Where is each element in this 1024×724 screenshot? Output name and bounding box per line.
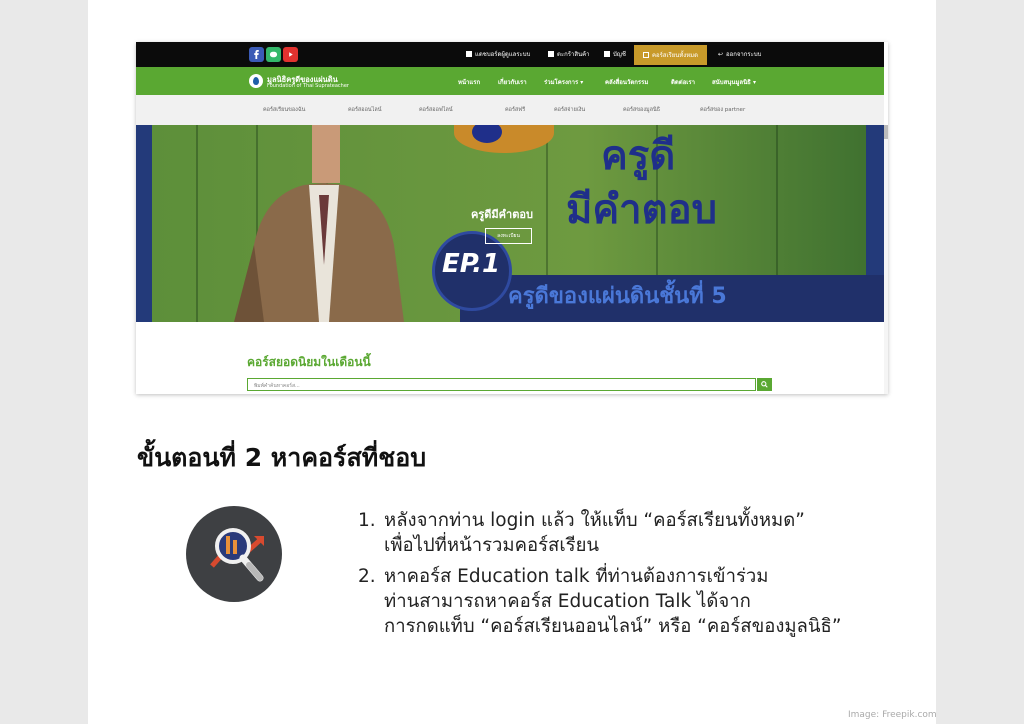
subnav-my-courses[interactable]: คอร์สเรียนของฉัน	[263, 106, 305, 114]
subnav-partner-courses[interactable]: คอร์สของ partner	[700, 106, 745, 114]
episode-label: EP.1	[442, 249, 501, 279]
course-search-input[interactable]: พิมพ์คำค้นหาคอร์ส...	[247, 378, 772, 391]
logout-icon: ↩	[718, 50, 724, 58]
nav-contact[interactable]: ติดต่อเรา	[671, 77, 695, 87]
nav-support-label: สนับสนุนมูลนิธิ	[712, 79, 751, 86]
account-link[interactable]: บัญชี	[604, 49, 626, 59]
admin-dashboard-link[interactable]: แดชบอร์ดผู้ดูแลระบบ	[466, 49, 530, 59]
nav-join-project-label: ร่วมโครงการ	[544, 79, 579, 86]
chevron-down-icon: ▾	[580, 79, 584, 86]
search-button[interactable]	[757, 378, 772, 391]
step-text-line: เพื่อไปที่หน้ารวมคอร์สเรียน	[384, 535, 600, 556]
flag-icon	[466, 51, 472, 57]
chevron-down-icon: ▾	[752, 79, 756, 86]
subnav-paid-courses[interactable]: คอร์สจ่ายเงิน	[554, 106, 585, 114]
nav-join-project[interactable]: ร่วมโครงการ ▾	[544, 77, 583, 87]
step-text-line: หลังจากท่าน login แล้ว ให้แท็บ “คอร์สเรี…	[384, 510, 805, 531]
page-scrollbar[interactable]	[884, 125, 888, 394]
admin-dashboard-label: แดชบอร์ดผู้ดูแลระบบ	[475, 51, 531, 58]
foundation-logo-icon[interactable]	[249, 74, 263, 88]
facebook-icon[interactable]	[249, 47, 264, 62]
logo-english-name[interactable]: Foundation of Thai Suprateacher	[267, 83, 349, 89]
youtube-icon[interactable]	[283, 47, 298, 62]
nav-about[interactable]: เกี่ยวกับเรา	[498, 77, 527, 87]
popular-courses-title: คอร์สยอดนิยมในเดือนนี้	[247, 355, 371, 369]
step-number: 1.	[358, 510, 376, 531]
hero-overlay-title: ครูดีมีคำตอบ	[471, 208, 533, 221]
hero-banner[interactable]: ครูดี มีคำตอบ ครูดีของแผ่นดินชั้นที่ 5 E…	[136, 125, 884, 322]
all-courses-button[interactable]: คอร์สเรียนทั้งหมด	[634, 45, 707, 65]
course-subnav: คอร์สเรียนของฉัน คอร์สออนไลน์ คอร์สออฟไล…	[136, 95, 884, 125]
hero-title-line2: มีคำตอบ	[566, 187, 717, 233]
account-label: บัญชี	[613, 51, 626, 58]
nav-support[interactable]: สนับสนุนมูลนิธิ ▾	[712, 77, 756, 87]
magnifier-chart-icon	[210, 528, 264, 582]
cart-icon	[548, 51, 554, 57]
search-course-illustration	[186, 506, 282, 602]
search-placeholder: พิมพ์คำค้นหาคอร์ส...	[254, 383, 300, 389]
hero-band-text: ครูดีของแผ่นดินชั้นที่ 5	[508, 284, 727, 309]
hero-register-button[interactable]: ลงทะเบียน	[485, 228, 532, 244]
fish-graphic	[454, 125, 554, 153]
nav-home[interactable]: หน้าแรก	[458, 77, 480, 87]
image-credit: Image: Freepik.com	[848, 710, 937, 720]
step-text-line: ท่านสามารถหาคอร์ส Education Talk ได้จาก	[384, 591, 751, 612]
subnav-online-courses[interactable]: คอร์สออนไลน์	[348, 106, 382, 114]
subnav-foundation-courses[interactable]: คอร์สของมูลนิธิ	[623, 106, 660, 114]
all-courses-label: คอร์สเรียนทั้งหมด	[651, 52, 699, 59]
subnav-offline-courses[interactable]: คอร์สออฟไลน์	[419, 106, 453, 114]
nav-media-library[interactable]: คลังสื่อนวัตกรรม	[605, 77, 648, 87]
user-icon	[604, 51, 610, 57]
cart-label: ตะกร้าสินค้า	[557, 51, 590, 58]
line-icon[interactable]	[266, 47, 281, 62]
website-screenshot: แดชบอร์ดผู้ดูแลระบบ ตะกร้าสินค้า บัญชี ค…	[136, 42, 888, 394]
main-header: มูลนิธิครูดีของแผ่นดิน Foundation of Tha…	[136, 67, 884, 95]
cart-link[interactable]: ตะกร้าสินค้า	[548, 49, 590, 59]
step-text-line: การกดแท็บ “คอร์สเรียนออนไลน์” หรือ “คอร์…	[384, 616, 842, 637]
logout-link[interactable]: ↩ ออกจากระบบ	[718, 49, 761, 59]
hero-stripe	[196, 125, 198, 322]
step-number: 2.	[358, 566, 376, 587]
subnav-free-courses[interactable]: คอร์สฟรี	[505, 106, 525, 114]
speaker-photo	[234, 125, 404, 322]
top-bar: แดชบอร์ดผู้ดูแลระบบ ตะกร้าสินค้า บัญชี ค…	[136, 42, 884, 67]
scrollbar-thumb[interactable]	[884, 125, 888, 139]
calendar-icon	[642, 52, 649, 58]
step-text-line: หาคอร์ส Education talk ที่ท่านต้องการเข้…	[384, 566, 769, 587]
search-icon	[761, 381, 768, 388]
step-heading: ขั้นตอนที่ 2 หาคอร์สที่ชอบ	[137, 443, 427, 472]
logout-label: ออกจากระบบ	[726, 51, 762, 58]
